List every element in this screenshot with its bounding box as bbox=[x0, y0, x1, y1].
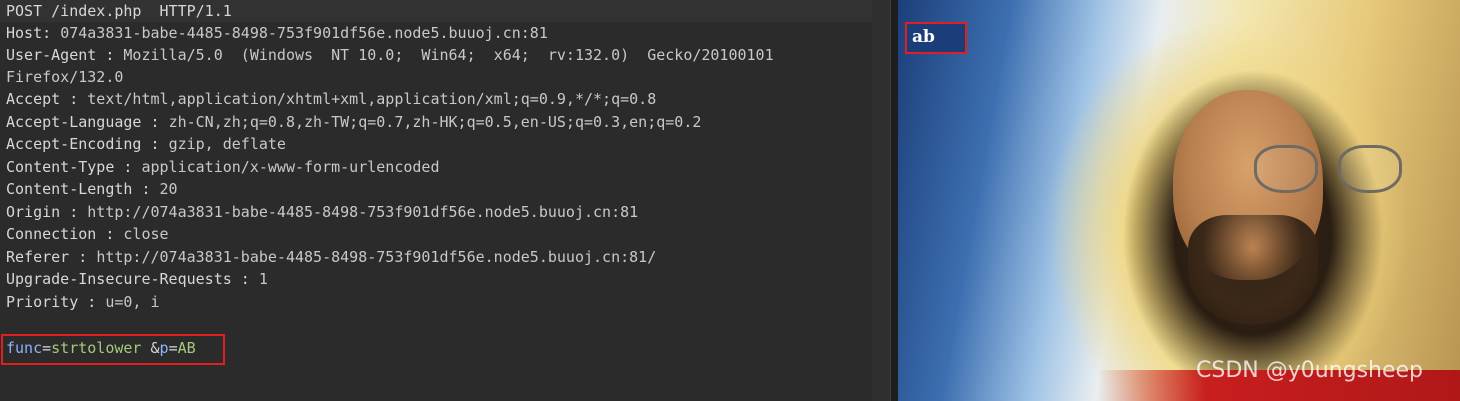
header-user-agent: User-Agent : Mozilla/5.0 (Windows NT 10.… bbox=[6, 46, 774, 64]
portrait-glasses-left bbox=[1254, 145, 1318, 193]
header-accept: Accept : text/html,application/xhtml+xml… bbox=[6, 90, 657, 108]
header-referer: Referer : http://074a3831-babe-4485-8498… bbox=[6, 248, 657, 266]
header-user-agent-cont: Firefox/132.0 bbox=[6, 68, 124, 86]
header-origin: Origin : http://074a3831-babe-4485-8498-… bbox=[6, 203, 639, 221]
response-output: ab bbox=[912, 27, 935, 47]
header-host: Host: 074a3831-babe-4485-8498-753f901df5… bbox=[6, 24, 548, 42]
header-priority: Priority : u=0, i bbox=[6, 293, 160, 311]
header-upgrade-insecure-requests: Upgrade-Insecure-Requests : 1 bbox=[6, 270, 268, 288]
response-render-view bbox=[898, 0, 1460, 401]
header-accept-encoding: Accept-Encoding : gzip, deflate bbox=[6, 135, 286, 153]
header-accept-language: Accept-Language : zh-CN,zh;q=0.8,zh-TW;q… bbox=[6, 113, 702, 131]
vertical-scrollbar[interactable] bbox=[872, 0, 890, 401]
header-content-type: Content-Type : application/x-www-form-ur… bbox=[6, 158, 440, 176]
portrait-glasses-right bbox=[1338, 145, 1402, 193]
header-connection: Connection : close bbox=[6, 225, 169, 243]
body-highlight-box bbox=[1, 334, 225, 365]
request-editor[interactable]: POST /index.php HTTP/1.1 Host: 074a3831-… bbox=[0, 0, 872, 401]
watermark: CSDN @y0ungsheep bbox=[1196, 358, 1424, 383]
request-line: POST /index.php HTTP/1.1 bbox=[6, 2, 232, 20]
portrait-beard bbox=[1188, 215, 1318, 325]
header-content-length: Content-Length : 20 bbox=[6, 180, 178, 198]
